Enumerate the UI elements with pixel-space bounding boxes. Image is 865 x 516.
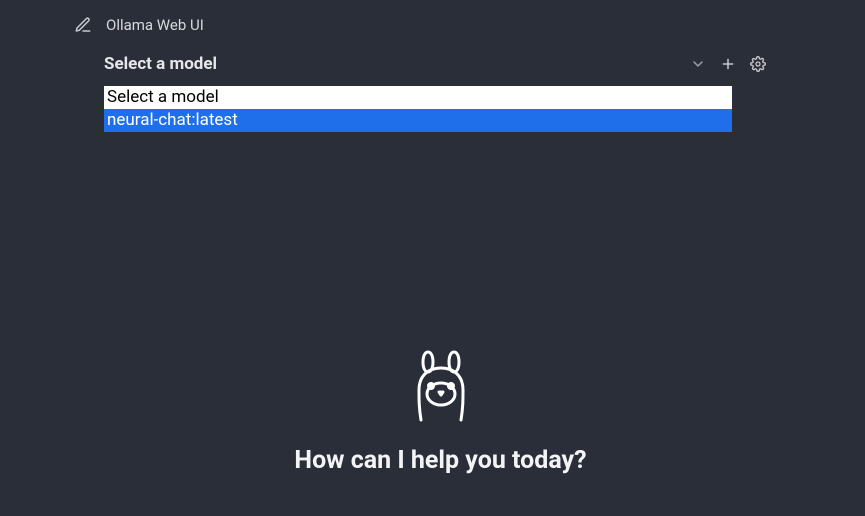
app-title: Ollama Web UI <box>106 16 204 34</box>
hero-title: How can I help you today? <box>294 446 586 475</box>
header-bar: Ollama Web UI <box>0 0 865 34</box>
ollama-logo-icon <box>410 350 472 426</box>
model-selector-label[interactable]: Select a model <box>104 54 217 74</box>
model-dropdown[interactable]: Select a model neural-chat:latest <box>104 86 732 132</box>
edit-icon[interactable] <box>74 16 92 34</box>
chevron-down-icon[interactable] <box>689 55 707 73</box>
model-option-placeholder[interactable]: Select a model <box>104 86 732 109</box>
model-option-neural-chat[interactable]: neural-chat:latest <box>104 109 732 132</box>
model-controls <box>689 55 849 73</box>
model-selector-row: Select a model <box>0 34 865 74</box>
hero-section: How can I help you today? <box>0 350 865 475</box>
plus-icon[interactable] <box>719 55 737 73</box>
gear-icon[interactable] <box>749 55 767 73</box>
